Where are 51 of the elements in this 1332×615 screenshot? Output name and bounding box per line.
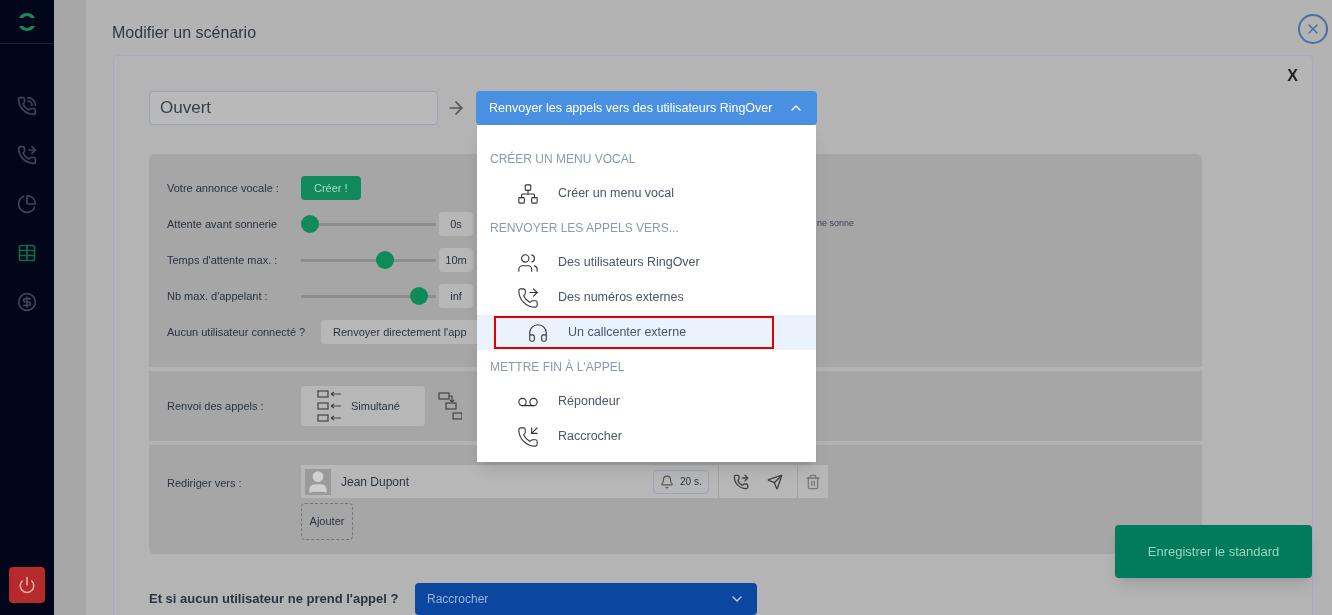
value-field[interactable]: inf — [439, 284, 473, 308]
headset-icon — [527, 321, 549, 344]
user-name: Jean Dupont — [341, 473, 410, 491]
menu-section-heading: METTRE FIN À L'APPEL — [489, 358, 626, 376]
dollar-icon[interactable] — [17, 292, 37, 312]
avatar-icon — [305, 468, 331, 495]
menu-item[interactable]: Créer un menu vocal — [477, 176, 816, 211]
menu-item[interactable]: Raccrocher — [477, 419, 816, 454]
pie-chart-icon[interactable] — [17, 194, 37, 214]
menu-item[interactable]: Répondeur — [477, 384, 816, 419]
menu-section-heading: CRÉER UN MENU VOCAL — [489, 150, 637, 168]
close-label[interactable]: X — [1287, 64, 1298, 88]
bell-icon — [660, 474, 674, 489]
field-label: Renvoi des appels : — [167, 398, 265, 414]
hint-text: ne sonne — [817, 217, 855, 231]
delay-field[interactable]: 20 s. — [653, 469, 709, 494]
field-label: Nb max. d'appelant : — [167, 288, 269, 304]
field-label: Attente avant sonnerie — [167, 216, 279, 232]
page-title: Modifier un scénario — [112, 23, 257, 43]
add-button[interactable]: Ajouter — [301, 503, 353, 540]
slider-thumb[interactable] — [301, 214, 319, 233]
menu-item[interactable]: Des numéros externes — [477, 280, 816, 315]
fallback-question: Et si aucun utilisateur ne prend l'appel ? — [149, 590, 400, 609]
close-button[interactable] — [1298, 14, 1328, 44]
field-label: Temps d'attente max. : — [167, 252, 279, 268]
forward-option-button[interactable]: Renvoyer directement l'app — [321, 320, 479, 344]
field-label: Aucun utilisateur connecté ? — [167, 324, 307, 340]
fallback-select[interactable]: Raccrocher — [415, 583, 757, 615]
tree-icon — [517, 182, 539, 205]
parallel-icon — [317, 389, 343, 423]
sequential-icon — [438, 391, 462, 421]
power-icon — [18, 576, 36, 594]
scenario-name-field[interactable]: Ouvert — [149, 91, 438, 125]
value-field[interactable]: 0s — [439, 212, 473, 236]
power-button[interactable] — [9, 567, 45, 603]
menu-item[interactable]: Un callcenter externe — [477, 315, 816, 350]
field-label: Rediriger vers : — [167, 476, 243, 491]
phone-forward-icon — [517, 286, 539, 309]
send-icon[interactable] — [766, 473, 783, 490]
trash-icon[interactable] — [804, 473, 821, 490]
field-label: Votre annonce vocale : — [167, 180, 280, 196]
users-icon — [517, 251, 539, 274]
menu-section-heading: RENVOYER LES APPELS VERS... — [489, 220, 680, 237]
slider-thumb[interactable] — [409, 286, 428, 305]
table-icon[interactable] — [17, 243, 37, 263]
phone-call-icon[interactable] — [17, 96, 37, 116]
phone-icon[interactable] — [732, 473, 749, 490]
menu-item[interactable]: Des utilisateurs RingOver — [477, 245, 816, 280]
simultaneous-button[interactable]: Simultané — [301, 386, 425, 426]
slider-thumb[interactable] — [375, 250, 394, 269]
value-field[interactable]: 10m — [439, 248, 473, 272]
